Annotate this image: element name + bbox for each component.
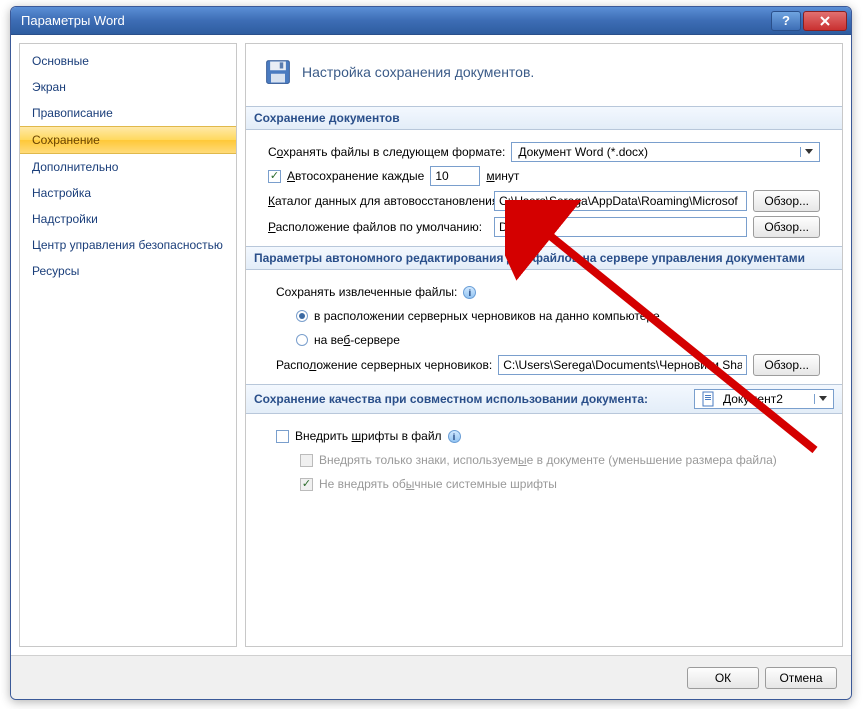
chevron-down-icon xyxy=(800,147,817,157)
cancel-button[interactable]: Отмена xyxy=(765,667,837,689)
drafts-local-label: в расположении серверных черновиков на д… xyxy=(314,309,660,323)
sidebar-item-trustcenter[interactable]: Центр управления безопасностью xyxy=(20,232,236,258)
sidebar-item-customize[interactable]: Настройка xyxy=(20,180,236,206)
embed-fonts-label: Внедрить шрифты в файл xyxy=(295,429,442,443)
sidebar-item-addins[interactable]: Надстройки xyxy=(20,206,236,232)
embed-subset-checkbox xyxy=(300,454,313,467)
server-drafts-browse-button[interactable]: Обзор... xyxy=(753,354,820,376)
sidebar-item-general[interactable]: Основные xyxy=(20,48,236,74)
server-drafts-label: Расположение серверных черновиков: xyxy=(276,358,492,372)
section-fidelity: Сохранение качества при совместном испол… xyxy=(246,384,842,414)
options-dialog: Параметры Word ? Основные Экран Правопис… xyxy=(10,6,852,700)
drafts-local-radio[interactable] xyxy=(296,310,308,322)
autorecovery-label: Каталог данных для автовосстановления: xyxy=(268,194,488,208)
server-drafts-input[interactable] xyxy=(498,355,747,375)
titlebar[interactable]: Параметры Word ? xyxy=(11,7,851,35)
help-button[interactable]: ? xyxy=(771,11,801,31)
no-system-fonts-checkbox xyxy=(300,478,313,491)
section-offline-editing: Параметры автономного редактирования для… xyxy=(246,246,842,270)
document-icon xyxy=(701,391,717,407)
save-format-select[interactable]: Документ Word (*.docx) xyxy=(511,142,820,162)
close-icon xyxy=(820,16,830,26)
embed-subset-label: Внедрять только знаки, используемые в до… xyxy=(319,453,777,467)
autosave-checkbox[interactable] xyxy=(268,170,281,183)
sidebar-item-save[interactable]: Сохранение xyxy=(20,126,236,154)
page-header: Настройка сохранения документов. xyxy=(260,54,828,100)
extracted-files-label: Сохранять извлеченные файлы: xyxy=(276,285,457,299)
drafts-server-label: на веб-сервере xyxy=(314,333,400,347)
info-icon[interactable]: i xyxy=(448,430,461,443)
save-format-value: Документ Word (*.docx) xyxy=(518,145,794,159)
autosave-label: Автосохранение каждые xyxy=(287,169,424,183)
dialog-footer: ОК Отмена xyxy=(11,655,851,699)
default-location-label: Расположение файлов по умолчанию: xyxy=(268,220,488,234)
main-panel: Настройка сохранения документов. Сохране… xyxy=(245,43,843,647)
autosave-minutes-input[interactable] xyxy=(430,166,480,186)
default-location-browse-button[interactable]: Обзор... xyxy=(753,216,820,238)
page-title: Настройка сохранения документов. xyxy=(302,64,534,80)
chevron-down-icon xyxy=(814,394,831,404)
ok-button[interactable]: ОК xyxy=(687,667,759,689)
info-icon[interactable]: i xyxy=(463,286,476,299)
sidebar-item-advanced[interactable]: Дополнительно xyxy=(20,154,236,180)
autorecovery-browse-button[interactable]: Обзор... xyxy=(753,190,820,212)
save-format-label: Сохранять файлы в следующем формате: xyxy=(268,145,505,159)
autosave-unit: минут xyxy=(486,169,519,183)
no-system-fonts-label: Не внедрять обычные системные шрифты xyxy=(319,477,557,491)
sidebar-item-resources[interactable]: Ресурсы xyxy=(20,258,236,284)
window-title: Параметры Word xyxy=(21,13,769,28)
sidebar-item-display[interactable]: Экран xyxy=(20,74,236,100)
close-button[interactable] xyxy=(803,11,847,31)
category-sidebar: Основные Экран Правописание Сохранение Д… xyxy=(19,43,237,647)
embed-fonts-checkbox[interactable] xyxy=(276,430,289,443)
drafts-server-radio[interactable] xyxy=(296,334,308,346)
section-save-documents: Сохранение документов xyxy=(246,106,842,130)
save-icon xyxy=(264,58,292,86)
sidebar-item-proofing[interactable]: Правописание xyxy=(20,100,236,126)
autorecovery-path-input[interactable] xyxy=(494,191,747,211)
default-location-input[interactable] xyxy=(494,217,747,237)
fidelity-document-select[interactable]: Документ2 xyxy=(694,389,834,409)
